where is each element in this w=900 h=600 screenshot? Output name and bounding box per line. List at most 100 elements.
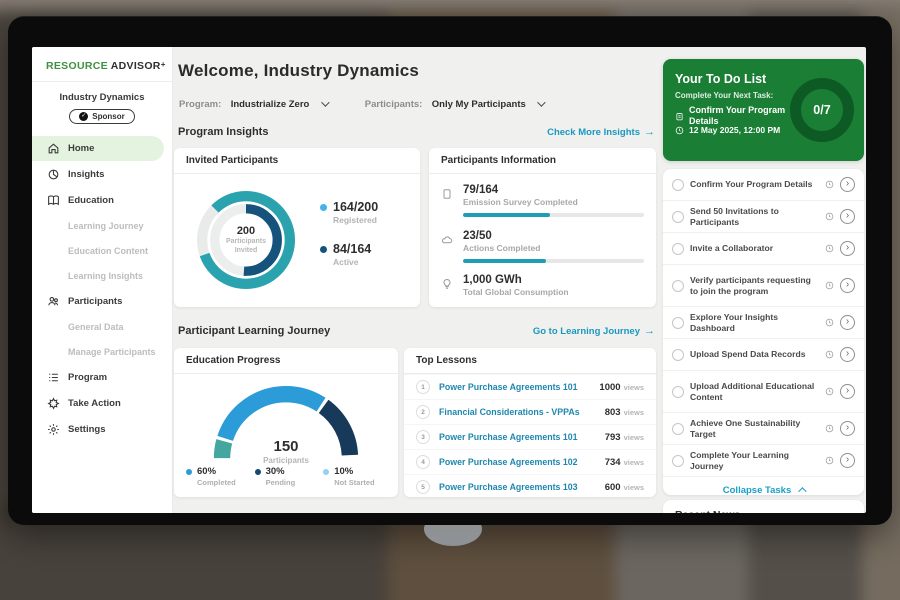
global-consumption-row: 1,000 GWh Total Global Consumption (441, 274, 644, 297)
lesson-link[interactable]: Power Purchase Agreements 102 (439, 457, 605, 467)
sidebar-item-education[interactable]: Education (32, 188, 164, 213)
program-insights-header: Program Insights Check More Insights→ (178, 126, 655, 138)
task-go-button[interactable]: › (840, 315, 855, 330)
task-checkbox[interactable] (672, 455, 684, 467)
sponsor-icon: ✓ (79, 112, 88, 121)
task-go-button[interactable]: › (840, 209, 855, 224)
sidebar-item-label: Insights (68, 169, 104, 180)
todo-subtitle: Complete Your Next Task: (675, 91, 773, 100)
task-row[interactable]: Upload Additional Educational Content › (663, 370, 864, 412)
progress-bar (463, 259, 644, 263)
todo-column: Your To Do List Complete Your Next Task:… (663, 47, 864, 513)
program-filter-value[interactable]: Industrialize Zero (231, 99, 310, 110)
task-row[interactable]: Explore Your Insights Dashboard › (663, 306, 864, 338)
legend-item-completed: 60% Completed (186, 466, 255, 487)
sidebar-item-general-data[interactable]: General Data (32, 315, 164, 339)
task-row[interactable]: Send 50 Invitations to Participants › (663, 200, 864, 232)
task-checkbox[interactable] (672, 211, 684, 223)
sponsor-badge[interactable]: ✓ Sponsor (69, 109, 134, 124)
lesson-rank: 2 (416, 405, 430, 419)
program-filter[interactable]: Program: Industrialize Zero (179, 94, 327, 112)
lesson-link[interactable]: Power Purchase Agreements 101 (439, 382, 599, 392)
sidebar-item-program[interactable]: Program (32, 365, 164, 390)
people-icon (47, 295, 60, 308)
top-lessons-card: Top Lessons 1 Power Purchase Agreements … (404, 348, 656, 497)
lesson-row: 1 Power Purchase Agreements 101 1000 vie… (404, 374, 656, 399)
sidebar-item-label: Settings (68, 424, 105, 435)
task-checkbox[interactable] (672, 280, 684, 292)
program-insights-title: Program Insights (178, 126, 268, 138)
sidebar-item-settings[interactable]: Settings (32, 417, 164, 442)
todo-summary-card: Your To Do List Complete Your Next Task:… (663, 59, 864, 161)
sidebar-item-participants[interactable]: Participants (32, 289, 164, 314)
lesson-link[interactable]: Financial Considerations - VPPAs (439, 407, 605, 417)
org-name: Industry Dynamics (32, 92, 172, 103)
sidebar-item-insights[interactable]: Insights (32, 162, 164, 187)
task-row[interactable]: Invite a Collaborator › (663, 232, 864, 264)
check-more-insights-link[interactable]: Check More Insights→ (547, 126, 655, 138)
task-checkbox[interactable] (672, 179, 684, 191)
education-progress-card: Education Progress 150 Participants (174, 348, 398, 497)
go-to-learning-journey-link[interactable]: Go to Learning Journey→ (533, 325, 655, 337)
sidebar-item-learning-insights[interactable]: Learning Insights (32, 264, 164, 288)
top-lessons-title: Top Lessons (404, 348, 656, 374)
education-progress-gauge: 150 Participants (208, 380, 364, 466)
sidebar-item-home[interactable]: Home (32, 136, 164, 161)
task-checkbox[interactable] (672, 386, 684, 398)
lesson-row: 5 Power Purchase Agreements 103 600 view… (404, 474, 656, 499)
logo-advisor: ADVISOR (111, 60, 161, 72)
task-row[interactable]: Achieve One Sustainability Target › (663, 412, 864, 444)
task-go-button[interactable]: › (840, 384, 855, 399)
photo-of-monitor: RESOURCE ADVISOR+ Industry Dynamics ✓ Sp… (0, 0, 900, 600)
lesson-rank: 3 (416, 430, 430, 444)
chevron-down-icon[interactable] (537, 98, 545, 106)
donut-center-label: 200 ParticipantsInvited (190, 184, 302, 296)
lesson-rank: 5 (416, 480, 430, 494)
task-row[interactable]: Verify participants requesting to join t… (663, 264, 864, 306)
task-go-button[interactable]: › (840, 453, 855, 468)
task-go-button[interactable]: › (840, 177, 855, 192)
main-content: Welcome, Industry Dynamics Program: Indu… (172, 47, 663, 513)
task-row[interactable]: Complete Your Learning Journey › (663, 444, 864, 476)
sidebar-item-manage-participants[interactable]: Manage Participants (32, 340, 164, 364)
sidebar: RESOURCE ADVISOR+ Industry Dynamics ✓ Sp… (32, 47, 173, 513)
todo-title: Your To Do List (675, 72, 766, 86)
participants-filter-value[interactable]: Only My Participants (432, 99, 526, 110)
document-icon (441, 187, 453, 199)
task-checkbox[interactable] (672, 317, 684, 329)
legend-item-registered: 164/200 Registered (320, 200, 378, 225)
chevron-down-icon[interactable] (321, 98, 329, 106)
sidebar-item-take-action[interactable]: Take Action (32, 391, 164, 416)
participants-information-card: Participants Information 79/164 Emission… (429, 148, 656, 307)
sidebar-divider (32, 81, 172, 82)
task-go-button[interactable]: › (840, 241, 855, 256)
lesson-link[interactable]: Power Purchase Agreements 103 (439, 482, 605, 492)
task-row[interactable]: Upload Spend Data Records › (663, 338, 864, 370)
sidebar-item-education-content[interactable]: Education Content (32, 239, 164, 263)
sidebar-item-learning-journey[interactable]: Learning Journey (32, 214, 164, 238)
sidebar-item-label: Learning Journey (68, 221, 144, 231)
task-checkbox[interactable] (672, 349, 684, 361)
participants-information-title: Participants Information (429, 148, 656, 174)
task-go-button[interactable]: › (840, 278, 855, 293)
progress-bar (463, 213, 644, 217)
task-go-button[interactable]: › (840, 347, 855, 362)
sponsor-badge-label: Sponsor (92, 112, 124, 121)
insights-icon (47, 168, 60, 181)
task-checkbox[interactable] (672, 243, 684, 255)
sidebar-item-label: Take Action (68, 398, 121, 409)
home-icon (47, 142, 60, 155)
lesson-row: 4 Power Purchase Agreements 102 734 view… (404, 449, 656, 474)
sidebar-item-label: Education Content (68, 246, 148, 256)
task-row[interactable]: Confirm Your Program Details › (663, 169, 864, 200)
todo-tasks-card: Confirm Your Program Details › Send 50 I… (663, 169, 864, 495)
legend-item-pending: 30% Pending (255, 466, 324, 487)
participants-filter[interactable]: Participants: Only My Participants (365, 94, 543, 112)
logo-plus: + (161, 60, 166, 69)
task-go-button[interactable]: › (840, 421, 855, 436)
page-title: Welcome, Industry Dynamics (178, 61, 419, 81)
collapse-tasks-button[interactable]: Collapse Tasks (663, 476, 864, 495)
task-checkbox[interactable] (672, 423, 684, 435)
lesson-link[interactable]: Power Purchase Agreements 101 (439, 432, 605, 442)
clock-icon (825, 244, 834, 253)
